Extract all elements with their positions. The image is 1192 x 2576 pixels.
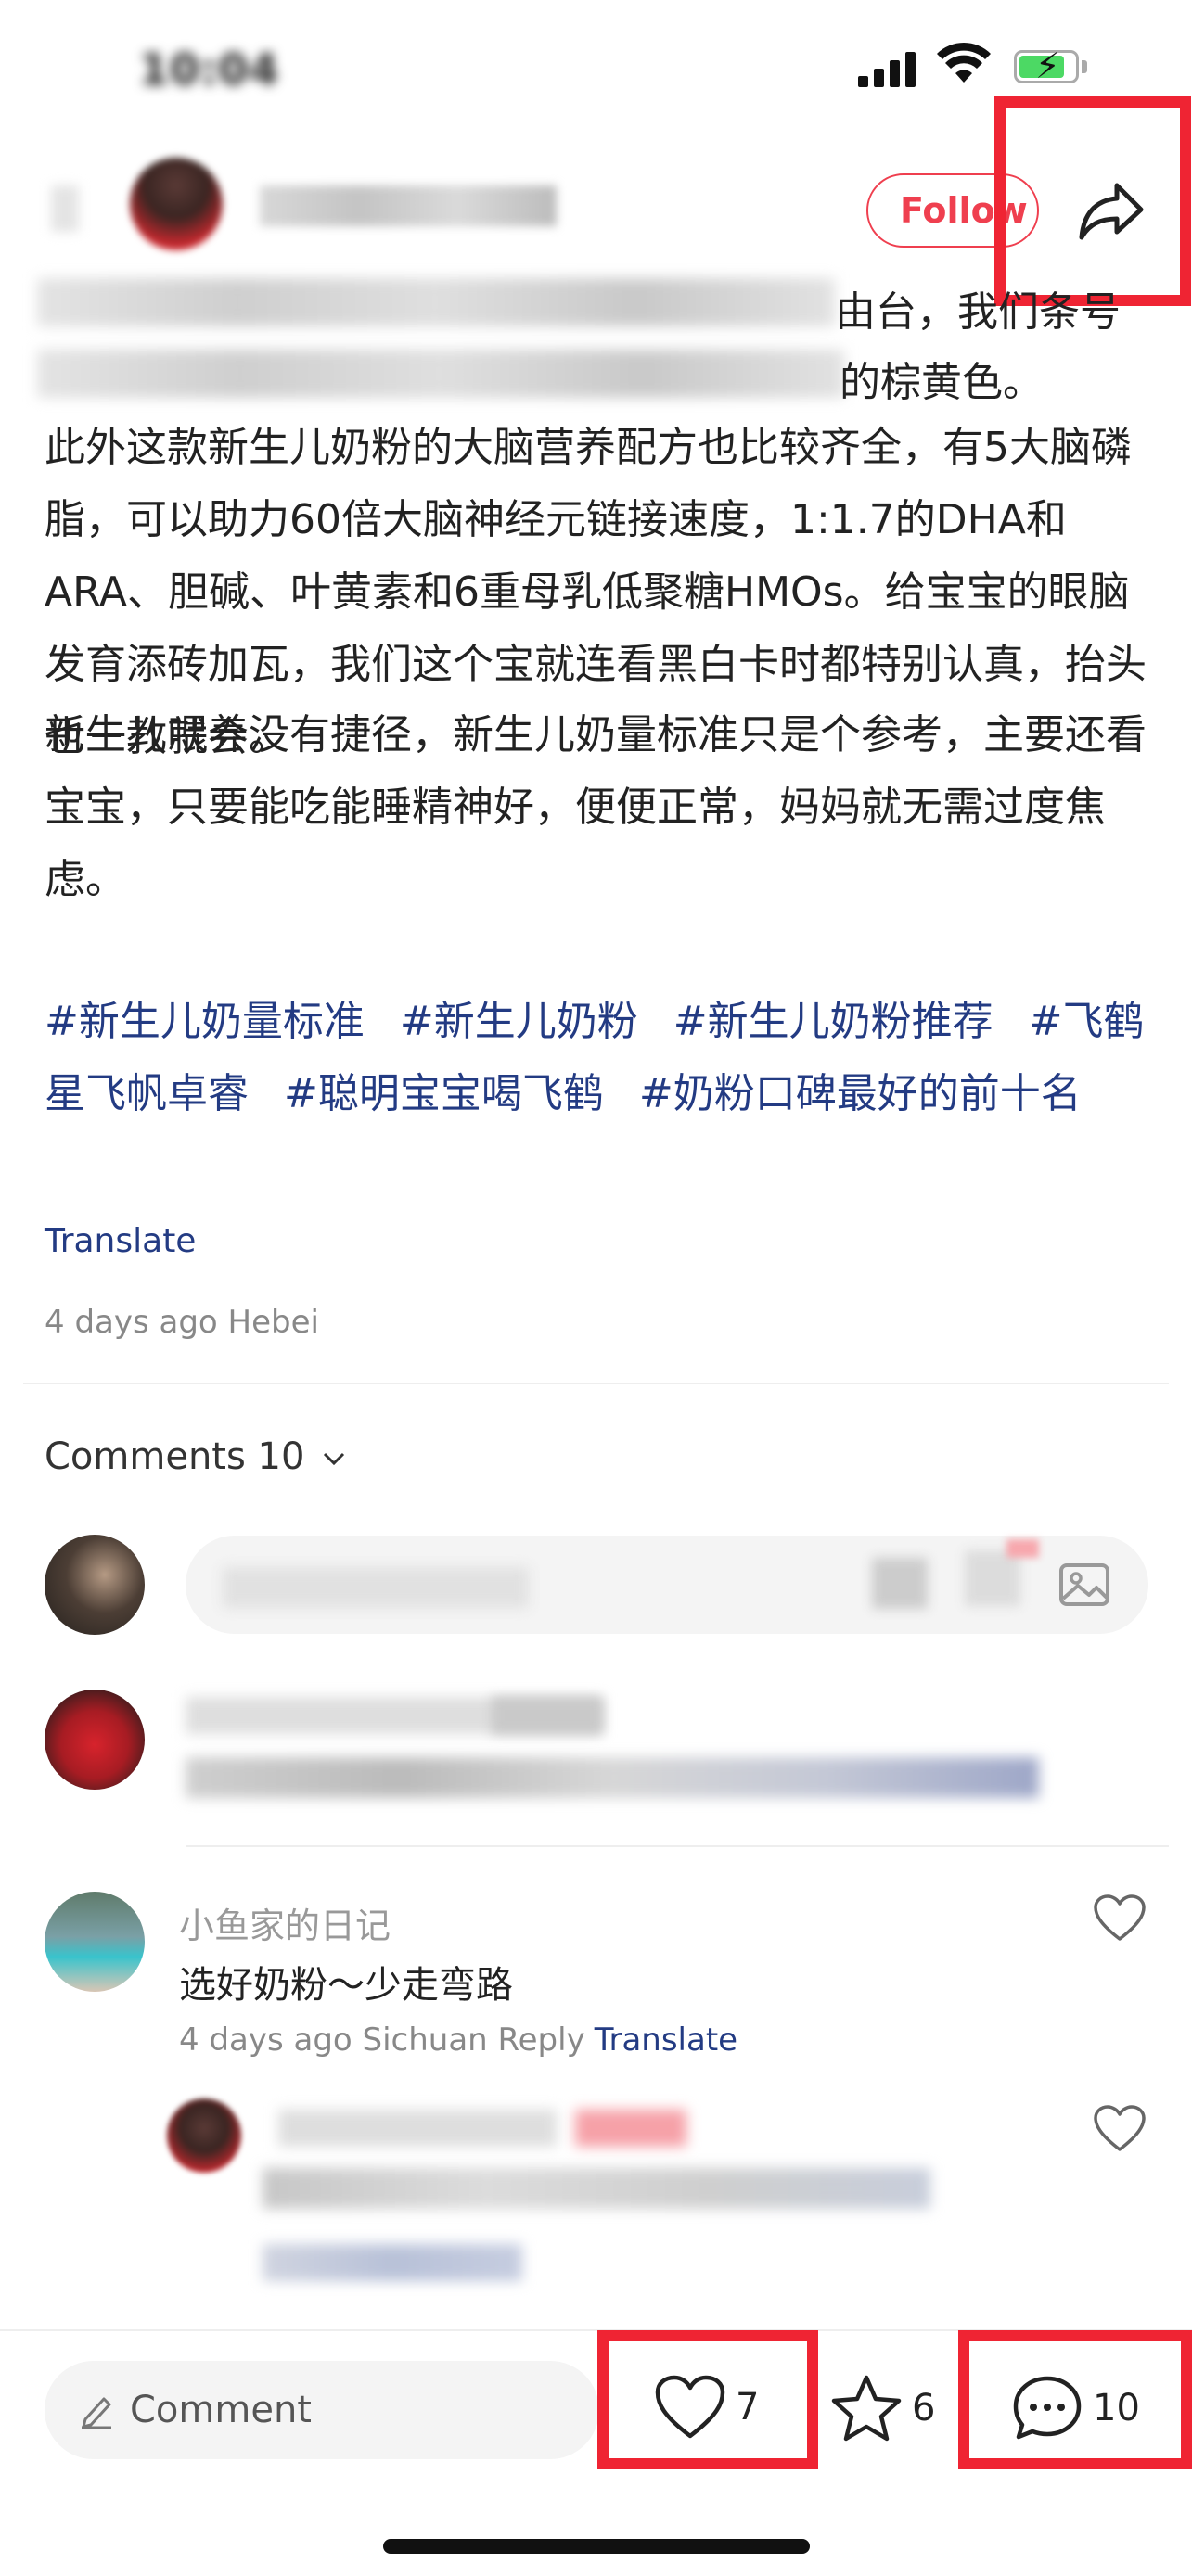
heart-icon[interactable] xyxy=(1093,2105,1147,2153)
commenter-avatar[interactable] xyxy=(45,1892,145,1992)
hashtag-link[interactable]: #聪明宝宝喝飞鹤 xyxy=(284,1070,604,1117)
cellular-signal-icon xyxy=(858,52,921,87)
divider xyxy=(186,1845,1169,1847)
home-indicator xyxy=(383,2539,810,2554)
blurred-reply-text xyxy=(263,2168,930,2209)
reply-avatar[interactable] xyxy=(167,2098,241,2173)
post-meta: 4 days ago Hebei xyxy=(45,1304,319,1341)
post-line-fragment: 由台，我们条号 xyxy=(835,288,1121,336)
blurred-reply-meta xyxy=(263,2244,522,2281)
comments-button[interactable]: 10 xyxy=(1011,2374,1140,2442)
blurred-text-line xyxy=(37,350,844,398)
comment-meta-text[interactable]: 4 days ago Sichuan Reply xyxy=(179,2021,585,2059)
favorite-count: 6 xyxy=(912,2387,936,2429)
blurred-text-line xyxy=(37,278,835,326)
comment-input[interactable]: Comment xyxy=(45,2361,599,2459)
post-paragraph: 新生儿喂养没有捷径，新生儿奶量标准只是个参考，主要还看宝宝，只要能吃能睡精神好，… xyxy=(45,711,1147,903)
comments-header[interactable]: Comments 10 xyxy=(45,1435,346,1478)
status-time: 10:04 xyxy=(139,45,280,95)
heart-icon[interactable] xyxy=(1093,1894,1147,1943)
like-count: 7 xyxy=(736,2386,760,2429)
comment-text: 选好奶粉～少走弯路 xyxy=(179,1964,513,2007)
author-name[interactable] xyxy=(260,185,557,226)
hashtag-list: #新生儿奶量标准 #新生儿奶粉 #新生儿奶粉推荐 #飞鹤星飞帆卓睿 #聪明宝宝喝… xyxy=(45,986,1158,1130)
wifi-icon xyxy=(937,41,991,91)
like-button[interactable]: 7 xyxy=(654,2375,759,2440)
new-badge xyxy=(1006,1539,1039,1558)
hashtag-link[interactable]: #新生儿奶粉 xyxy=(400,998,638,1045)
comment-meta: 4 days ago Sichuan Reply Translate xyxy=(179,2021,737,2059)
comment-count: 10 xyxy=(1093,2387,1140,2429)
hashtag-link[interactable]: #奶粉口碑最好的前十名 xyxy=(639,1070,1082,1117)
chevron-down-icon xyxy=(324,1452,345,1466)
star-icon xyxy=(831,2375,902,2442)
comment-username[interactable]: 小鱼家的日记 xyxy=(179,1897,391,1948)
favorite-button[interactable]: 6 xyxy=(830,2374,935,2442)
blurred-username xyxy=(278,2110,557,2147)
comment-box-placeholder xyxy=(223,1567,529,1608)
back-button[interactable] xyxy=(51,185,79,232)
comments-count: Comments 10 xyxy=(45,1435,305,1478)
heart-icon xyxy=(655,2375,725,2439)
battery-icon: ⚡ xyxy=(1014,45,1079,86)
chat-bubble-icon xyxy=(1013,2376,1082,2440)
divider xyxy=(23,1383,1169,1384)
commenter-avatar[interactable] xyxy=(45,1690,145,1790)
emoji-button[interactable] xyxy=(872,1558,928,1609)
share-icon[interactable] xyxy=(1076,178,1147,243)
post-line-fragment: 的棕黄色。 xyxy=(840,359,1044,406)
author-avatar[interactable] xyxy=(130,158,223,250)
comment-translate-link[interactable]: Translate xyxy=(595,2021,737,2059)
battery-tip xyxy=(1082,60,1087,73)
my-avatar xyxy=(45,1535,145,1635)
translate-link[interactable]: Translate xyxy=(45,1222,196,1260)
blurred-badge xyxy=(492,1697,603,1734)
image-icon[interactable] xyxy=(1057,1558,1111,1612)
hashtag-link[interactable]: #新生儿奶量标准 xyxy=(45,998,365,1045)
hashtag-link[interactable]: #新生儿奶粉推荐 xyxy=(673,998,993,1045)
sticker-button[interactable] xyxy=(965,1550,1020,1606)
blurred-comment-text xyxy=(186,1757,1039,1798)
comment-placeholder: Comment xyxy=(130,2389,312,2431)
blurred-badge xyxy=(575,2110,686,2147)
pencil-icon xyxy=(82,2397,111,2429)
